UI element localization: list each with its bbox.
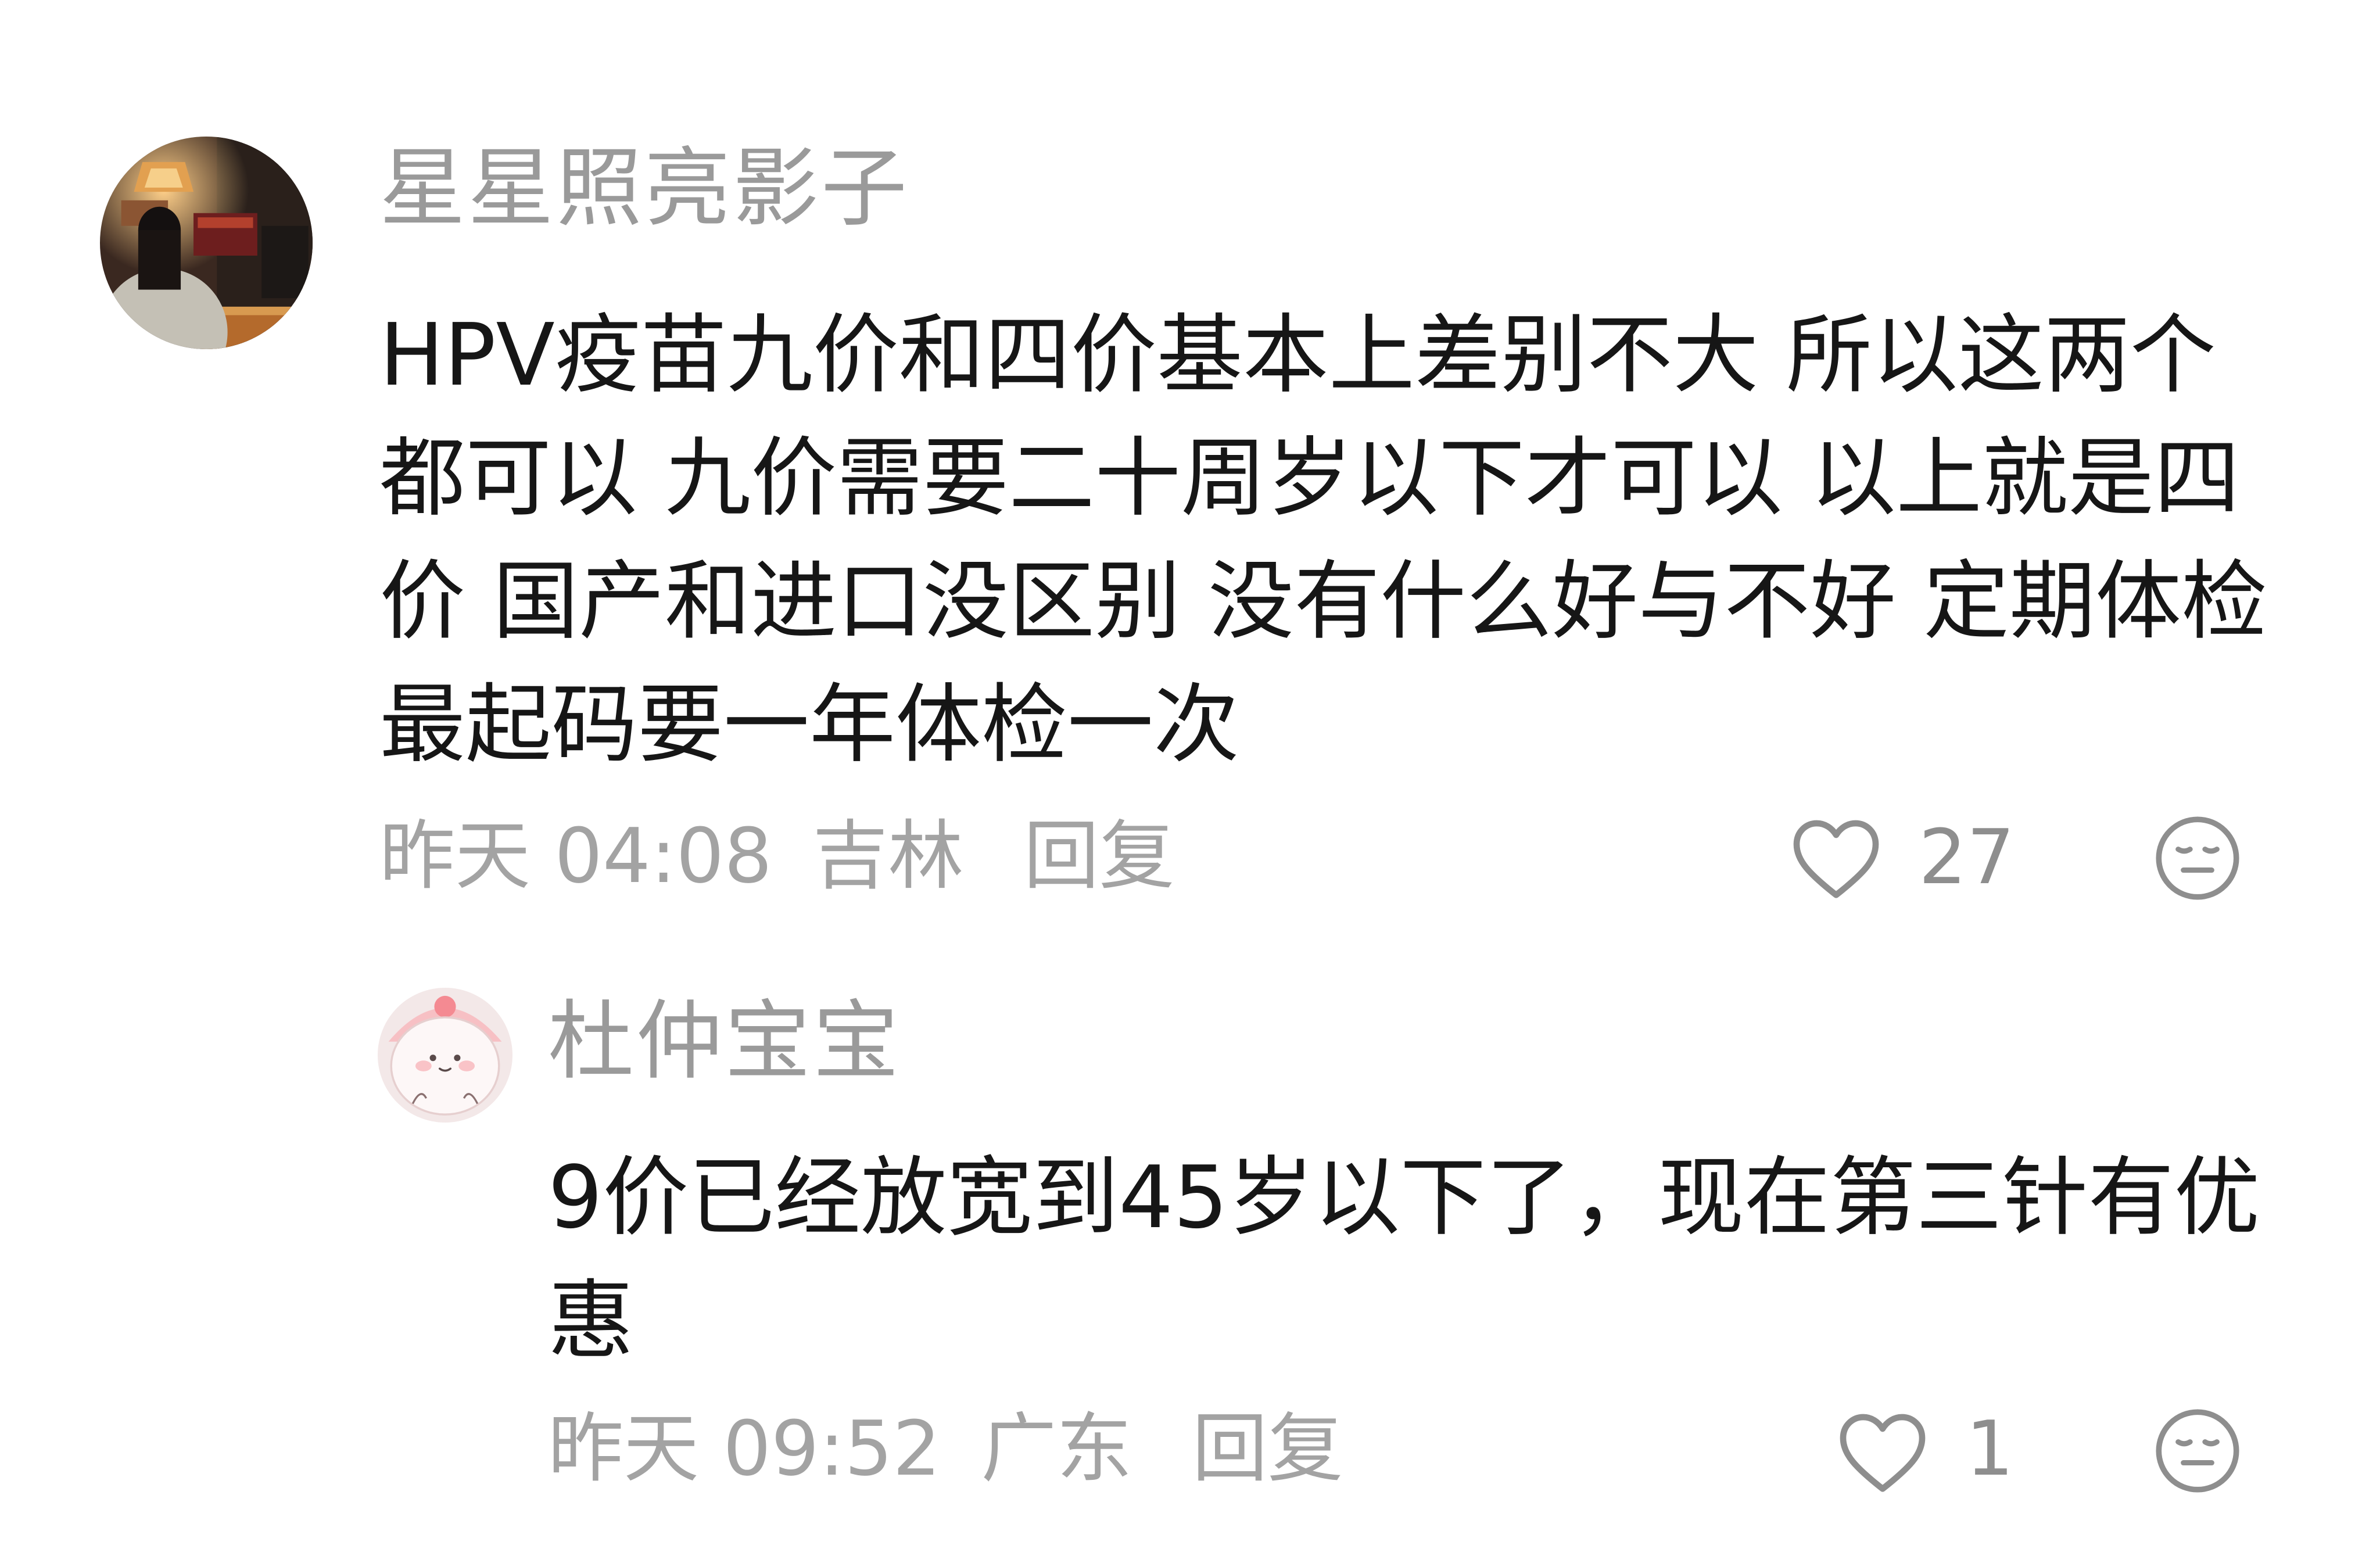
like-count: 1 [1966,1404,2014,1493]
comment-meta: 昨天 09:52 广东 回复 [548,1411,1343,1486]
heart-outline-icon[interactable] [1836,1409,1929,1495]
reply-button[interactable]: 回复 [1192,1411,1343,1486]
reply-button[interactable]: 回复 [1024,818,1175,894]
avatar[interactable] [378,988,512,1123]
like-count: 27 [1919,813,2015,901]
comment-meta: 昨天 04:08 吉林 回复 [379,818,1175,894]
heart-outline-icon[interactable] [1790,815,1883,901]
username[interactable]: 星星照亮影子 [379,145,909,231]
comment-text: 9价已经放宽到45岁以下了，现在第三针有优惠 [548,1148,2260,1371]
meh-face-icon[interactable] [2153,813,2242,903]
comment-time: 昨天 09:52 [548,1404,941,1493]
meh-face-icon[interactable] [2153,1406,2242,1496]
avatar[interactable] [100,137,313,349]
comment-location: 广东 [981,1404,1132,1493]
comment-time: 昨天 04:08 [379,812,772,900]
comment-text: HPV疫苗九价和四价基本上差别不大 所以这两个都可以 九价需要二十周岁以下才可以… [379,305,2268,775]
username[interactable]: 杜仲宝宝 [548,998,901,1084]
comment-location: 吉林 [812,812,964,900]
